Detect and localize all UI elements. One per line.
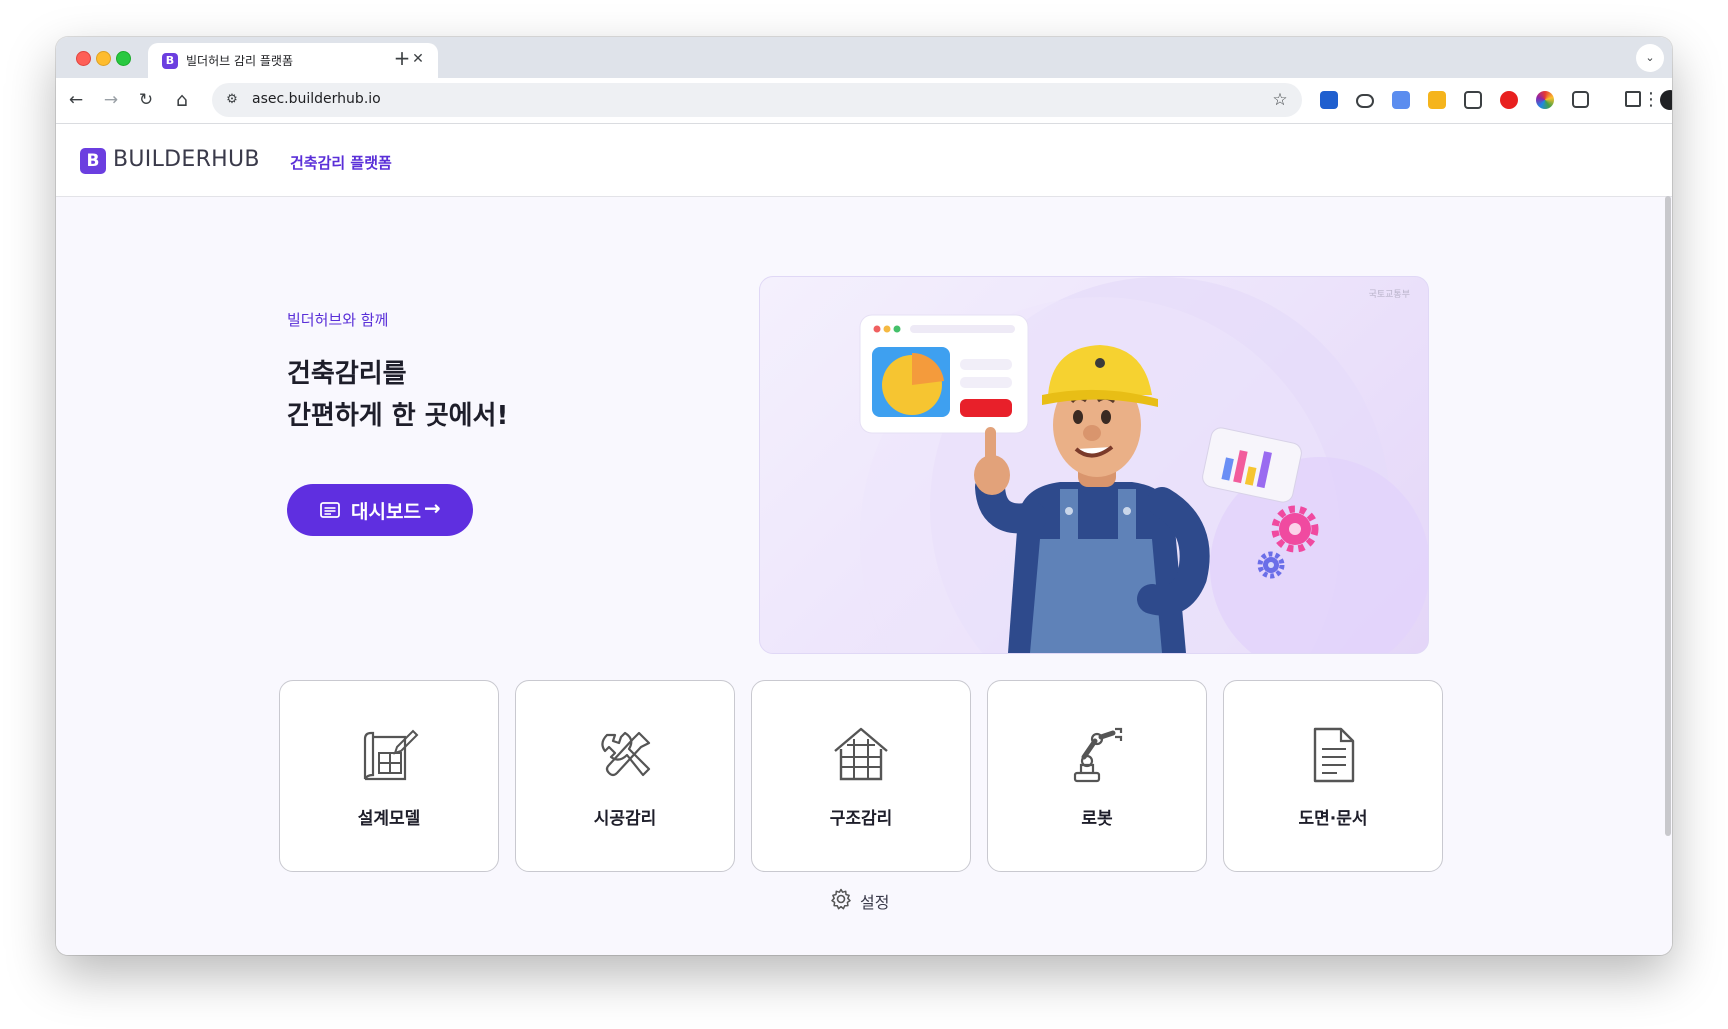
url-text[interactable]: asec.builderhub.io [252, 91, 381, 107]
notes-extension-icon[interactable] [1428, 91, 1446, 109]
browser-menu-icon[interactable]: ⋮ [1642, 86, 1660, 114]
profile-avatar[interactable] [1660, 90, 1672, 110]
extension-icon[interactable] [1464, 91, 1482, 109]
document-icon [1313, 727, 1355, 783]
close-window-button[interactable] [76, 51, 91, 66]
arrow-right-icon: → [424, 496, 441, 520]
reload-button[interactable]: ↻ [132, 86, 160, 114]
address-bar[interactable]: ⚙ asec.builderhub.io ☆ [212, 83, 1302, 117]
dashboard-icon [320, 502, 340, 518]
robot-arm-icon [1073, 727, 1123, 783]
tab-favicon-icon: B [162, 53, 178, 69]
cloud-extension-icon[interactable] [1356, 94, 1374, 108]
tools-icon [601, 731, 651, 777]
category-label: 로봇 [1081, 809, 1113, 829]
browser-window: B 빌더허브 감리 플랫폼 ✕ + ⌄ ← → ↻ ⌂ ⚙ asec.build… [56, 37, 1672, 955]
extension-icon[interactable] [1392, 91, 1410, 109]
zoom-window-button[interactable] [116, 51, 131, 66]
category-label: 구조감리 [829, 809, 893, 829]
extensions-puzzle-icon[interactable] [1572, 91, 1589, 108]
builderhub-logo-icon[interactable]: B [80, 148, 106, 174]
worker-illustration [859, 277, 1428, 653]
blueprint-icon [363, 729, 419, 781]
hero-illustration: 국토교통부 [759, 276, 1429, 654]
site-header: B BUILDERHUB 건축감리 플랫폼 [56, 124, 1672, 197]
category-card-construction[interactable]: 시공감리 [515, 680, 735, 872]
hero-title-line1: 건축감리를 [287, 359, 407, 389]
back-button[interactable]: ← [62, 86, 90, 114]
minimize-window-button[interactable] [96, 51, 111, 66]
home-button[interactable]: ⌂ [168, 86, 196, 114]
tab-search-button[interactable]: ⌄ [1636, 44, 1664, 72]
category-card-robot[interactable]: 로봇 [987, 680, 1207, 872]
hero-subtitle: 빌더허브와 함께 [287, 311, 389, 329]
category-card-design-model[interactable]: 설계모델 [279, 680, 499, 872]
extension-icon[interactable] [1320, 91, 1338, 109]
dashboard-button[interactable]: 대시보드 → [287, 484, 473, 536]
category-list: 설계모델 시공감리 구조감리 로봇 도면·문서 [279, 680, 1443, 874]
site-info-icon[interactable]: ⚙ [222, 90, 242, 110]
bookmark-star-icon[interactable]: ☆ [1268, 88, 1292, 112]
gear-icon [831, 888, 851, 910]
color-picker-extension-icon[interactable] [1536, 91, 1554, 109]
category-label: 도면·문서 [1298, 809, 1368, 829]
settings-label: 설정 [860, 893, 890, 912]
side-panel-icon[interactable] [1625, 91, 1641, 107]
category-label: 시공감리 [593, 809, 657, 829]
tab-title: 빌더허브 감리 플랫폼 [186, 54, 293, 68]
nav-link-platform[interactable]: 건축감리 플랫폼 [290, 152, 392, 173]
page-scrollbar[interactable] [1663, 196, 1672, 836]
forward-button[interactable]: → [97, 86, 125, 114]
extension-icon[interactable] [1500, 91, 1518, 109]
new-tab-button[interactable]: + [388, 44, 416, 72]
browser-toolbar: ← → ↻ ⌂ ⚙ asec.builderhub.io ☆ ⋮ [56, 78, 1672, 124]
brand-name[interactable]: BUILDERHUB [113, 147, 260, 172]
category-label: 설계모델 [357, 809, 421, 829]
hero-title-line2: 간편하게 한 곳에서! [287, 401, 509, 431]
scrollbar-thumb[interactable] [1665, 196, 1671, 836]
tab-strip: B 빌더허브 감리 플랫폼 ✕ + ⌄ [56, 37, 1672, 78]
category-card-documents[interactable]: 도면·문서 [1223, 680, 1443, 872]
dashboard-button-label: 대시보드 [351, 501, 421, 523]
structure-icon [834, 727, 888, 781]
page: B BUILDERHUB 건축감리 플랫폼 빌더허브와 함께 건축감리를 간편하… [56, 124, 1672, 955]
category-card-structure[interactable]: 구조감리 [751, 680, 971, 872]
